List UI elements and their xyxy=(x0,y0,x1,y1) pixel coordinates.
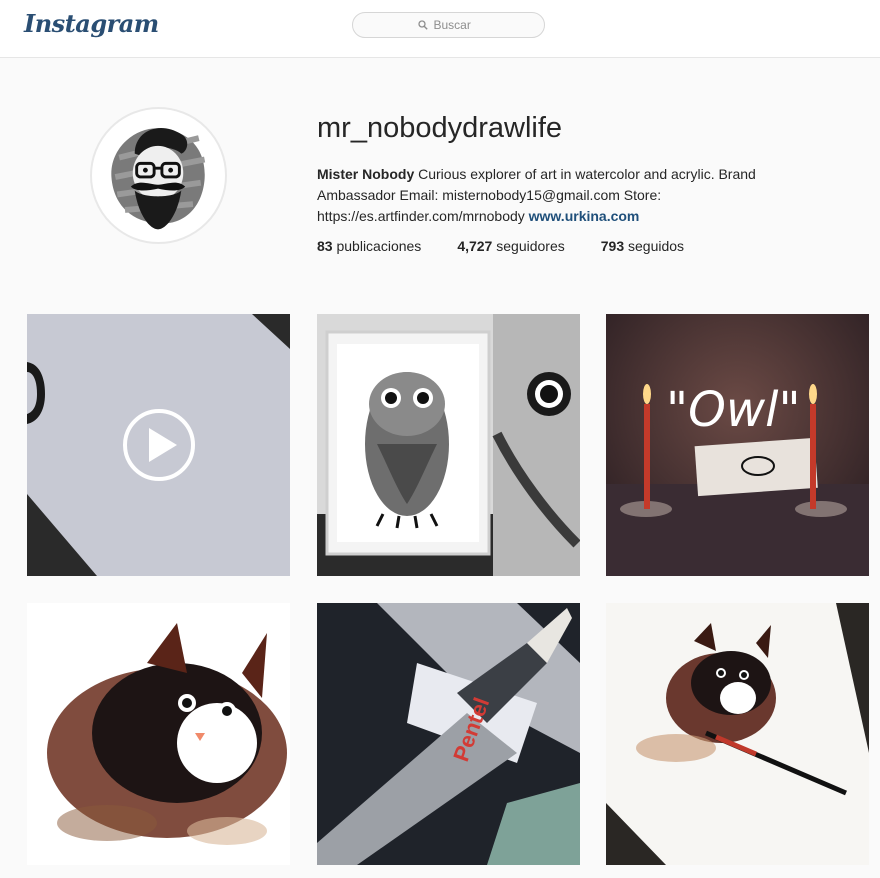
profile-website-link[interactable]: www.urkina.com xyxy=(529,208,640,224)
profile-bio: Mister Nobody Curious explorer of art in… xyxy=(317,164,817,227)
followers-count: 4,727 xyxy=(457,238,493,254)
instagram-logo[interactable]: Instagram xyxy=(24,9,159,38)
profile-avatar xyxy=(90,107,227,244)
post-tile-owl-candles[interactable]: "Owl" xyxy=(606,314,869,576)
following-stat[interactable]: 793 seguidos xyxy=(601,238,684,254)
post-caption-text: "Owl" xyxy=(666,382,801,438)
post-tile-brush-pen[interactable]: Pentel xyxy=(317,603,580,865)
profile-full-name: Mister Nobody xyxy=(317,166,415,182)
posts-label: publicaciones xyxy=(336,238,422,254)
post-tile-owl-painting[interactable] xyxy=(317,314,580,576)
post-tile-video[interactable] xyxy=(27,314,290,576)
followers-label: seguidores xyxy=(496,238,565,254)
search-input[interactable] xyxy=(433,18,480,32)
search-icon xyxy=(417,20,428,30)
search-box[interactable] xyxy=(352,12,545,38)
posts-stat: 83 publicaciones xyxy=(317,238,421,254)
followers-stat[interactable]: 4,727 seguidores xyxy=(457,238,564,254)
following-count: 793 xyxy=(600,238,625,254)
post-tile-cat-with-brush[interactable] xyxy=(606,603,869,865)
post-tile-cat-painting[interactable] xyxy=(27,603,290,865)
following-label: seguidos xyxy=(628,238,685,254)
top-navigation-bar: Instagram xyxy=(0,0,880,58)
profile-username: mr_nobodydrawlife xyxy=(317,112,563,144)
profile-stats: 83 publicaciones 4,727 seguidores 793 se… xyxy=(317,238,720,254)
posts-count: 83 xyxy=(317,238,333,254)
